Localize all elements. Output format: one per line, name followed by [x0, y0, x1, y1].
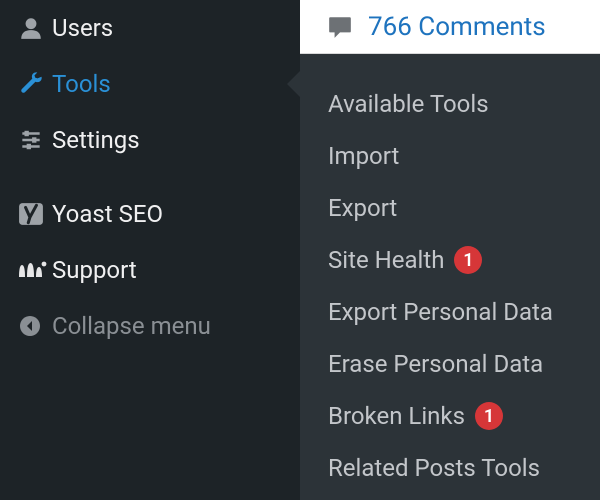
sidebar-item-label: Users [52, 14, 113, 42]
active-arrow [287, 70, 301, 98]
sidebar-item-support[interactable]: Support [0, 242, 300, 298]
submenu-erase-personal-data[interactable]: Erase Personal Data [328, 338, 600, 390]
sidebar-item-label: Tools [52, 70, 111, 98]
submenu-site-health[interactable]: Site Health 1 [328, 234, 600, 286]
sidebar-item-label: Collapse menu [52, 312, 211, 340]
sidebar-item-users[interactable]: Users [0, 0, 300, 56]
submenu-export[interactable]: Export [328, 182, 600, 234]
submenu-label: Import [328, 142, 399, 170]
submenu-label: Export [328, 194, 397, 222]
sidebar-item-yoast[interactable]: Yoast SEO [0, 186, 300, 242]
sliders-icon [18, 127, 52, 153]
submenu-available-tools[interactable]: Available Tools [328, 78, 600, 130]
notification-badge: 1 [475, 402, 503, 430]
support-icon [18, 259, 52, 281]
submenu-label: Related Posts Tools [328, 454, 540, 482]
submenu-label: Site Health [328, 246, 444, 274]
sidebar-item-tools[interactable]: Tools [0, 56, 300, 112]
comments-bar[interactable]: 766 Comments [300, 0, 600, 54]
sidebar-item-label: Support [52, 256, 137, 284]
submenu-label: Export Personal Data [328, 298, 553, 326]
wrench-icon [18, 71, 52, 97]
sidebar-item-label: Settings [52, 126, 140, 154]
submenu-export-personal-data[interactable]: Export Personal Data [328, 286, 600, 338]
sidebar-gap [0, 168, 300, 186]
submenu-related-posts-tools[interactable]: Related Posts Tools [328, 442, 600, 494]
tools-submenu: Available Tools Import Export Site Healt… [300, 54, 600, 500]
right-panel: 766 Comments Available Tools Import Expo… [300, 0, 600, 500]
sidebar-item-collapse[interactable]: Collapse menu [0, 298, 300, 354]
comments-link[interactable]: 766 Comments [368, 12, 546, 42]
submenu-label: Broken Links [328, 402, 465, 430]
notification-badge: 1 [454, 246, 482, 274]
submenu-broken-links[interactable]: Broken Links 1 [328, 390, 600, 442]
submenu-label: Erase Personal Data [328, 350, 543, 378]
admin-sidebar: Users Tools Settings [0, 0, 300, 500]
users-icon [18, 15, 52, 41]
submenu-label: Available Tools [328, 90, 489, 118]
yoast-icon [18, 201, 52, 227]
sidebar-item-settings[interactable]: Settings [0, 112, 300, 168]
sidebar-item-label: Yoast SEO [52, 200, 163, 228]
collapse-icon [18, 314, 52, 338]
comment-icon [326, 14, 354, 40]
submenu-import[interactable]: Import [328, 130, 600, 182]
